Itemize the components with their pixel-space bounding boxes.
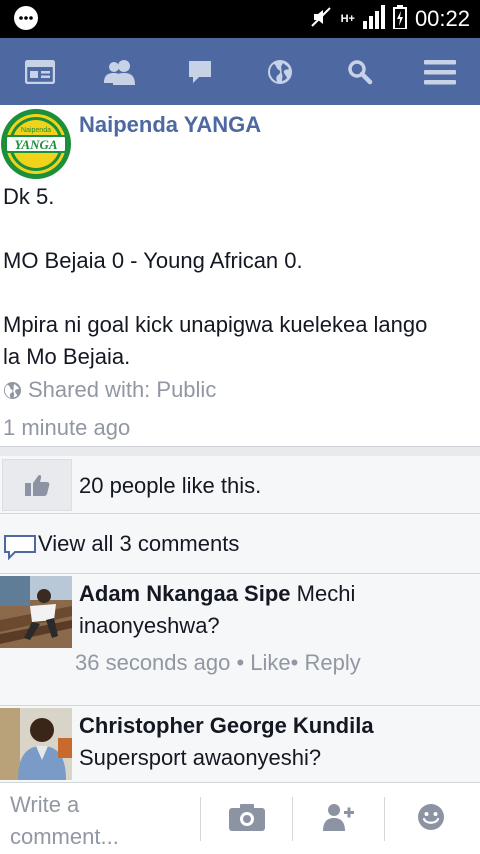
post-line: la Mo Bejaia. bbox=[3, 344, 131, 369]
add-person-icon bbox=[323, 804, 354, 831]
news-feed-icon bbox=[25, 59, 55, 84]
divider bbox=[0, 446, 480, 456]
comment-reply-link[interactable]: Reply bbox=[304, 650, 360, 675]
public-globe-icon bbox=[3, 381, 22, 399]
chat-bubble-icon bbox=[189, 60, 211, 83]
thumbs-up-icon bbox=[25, 474, 50, 496]
messenger-notification-icon bbox=[12, 5, 40, 38]
network-type-indicator: H+ bbox=[340, 12, 355, 25]
comment-author[interactable]: Adam Nkangaa Sipe bbox=[79, 581, 291, 606]
friends-icon bbox=[104, 59, 135, 85]
divider bbox=[292, 797, 293, 841]
likes-row: 20 people like this. bbox=[0, 456, 480, 514]
comment-text: Supersport awaonyeshi? bbox=[79, 745, 322, 770]
like-button[interactable] bbox=[2, 459, 72, 511]
separator-dot: • bbox=[290, 650, 305, 675]
post-body: Dk 5. MO Bejaia 0 - Young African 0. Mpi… bbox=[3, 181, 477, 373]
comment-input-placeholder-line1: Write a bbox=[10, 792, 80, 817]
news-feed-tab[interactable] bbox=[0, 38, 80, 105]
notifications-tab[interactable] bbox=[240, 38, 320, 105]
avatar[interactable] bbox=[0, 708, 72, 780]
view-all-comments[interactable]: View all 3 comments bbox=[0, 514, 480, 574]
view-all-comments-label: View all 3 comments bbox=[38, 531, 240, 556]
search-icon bbox=[348, 59, 373, 84]
status-bar: H+ 00:22 bbox=[0, 0, 480, 38]
battery-charging-icon bbox=[392, 4, 407, 34]
camera-button[interactable] bbox=[229, 803, 265, 836]
search-tab[interactable] bbox=[320, 38, 400, 105]
likes-count[interactable]: 20 people like this. bbox=[79, 473, 261, 499]
privacy-label: Shared with: Public bbox=[28, 377, 217, 402]
comment-body: Adam Nkangaa Sipe Mechi inaonyeshwa? bbox=[79, 578, 474, 642]
comment-input[interactable]: Write a comment... bbox=[10, 789, 190, 853]
comment-composer: Write a comment... bbox=[0, 782, 480, 854]
page-name-link[interactable]: Naipenda YANGA bbox=[79, 112, 261, 138]
post-line: MO Bejaia 0 - Young African 0. bbox=[3, 248, 303, 273]
post-blank-line bbox=[3, 213, 477, 245]
post-line: Dk 5. bbox=[3, 184, 55, 209]
top-navigation-bar bbox=[0, 38, 480, 105]
tag-friends-button[interactable] bbox=[322, 803, 354, 836]
globe-icon bbox=[268, 59, 292, 84]
comment: Adam Nkangaa Sipe Mechi inaonyeshwa? 36 … bbox=[0, 574, 480, 706]
comment-author[interactable]: Christopher George Kundila bbox=[79, 713, 374, 738]
comment-like-link[interactable]: Like bbox=[250, 650, 290, 675]
post-timestamp[interactable]: 1 minute ago bbox=[3, 415, 130, 441]
messages-tab[interactable] bbox=[160, 38, 240, 105]
mute-icon bbox=[309, 5, 333, 34]
comment-meta: 36 seconds ago • Like• Reply bbox=[75, 650, 361, 676]
comment-body: Christopher George Kundila Supersport aw… bbox=[79, 710, 474, 774]
avatar-logo-subtext: Naipenda bbox=[21, 127, 51, 134]
divider bbox=[384, 797, 385, 841]
hamburger-menu-icon bbox=[424, 59, 456, 84]
more-menu-tab[interactable] bbox=[400, 38, 480, 105]
smiley-icon bbox=[418, 804, 444, 830]
comment-input-placeholder-line2: comment... bbox=[10, 824, 119, 849]
divider bbox=[200, 797, 201, 841]
camera-icon bbox=[229, 804, 265, 831]
emoji-button[interactable] bbox=[417, 803, 445, 836]
post-line: Mpira ni goal kick unapigwa kuelekea lan… bbox=[3, 312, 428, 337]
friend-requests-tab[interactable] bbox=[80, 38, 160, 105]
avatar[interactable] bbox=[0, 576, 72, 648]
privacy-info[interactable]: Shared with: Public bbox=[3, 377, 216, 403]
avatar-logo-text: YANGA bbox=[14, 137, 57, 152]
separator-dot: • bbox=[230, 650, 251, 675]
comment-icon bbox=[3, 534, 37, 565]
post-blank-line bbox=[3, 277, 477, 309]
comment-timestamp: 36 seconds ago bbox=[75, 650, 231, 675]
comment: Christopher George Kundila Supersport aw… bbox=[0, 706, 480, 782]
clock: 00:22 bbox=[414, 6, 470, 31]
comment-text-end: inaonyeshwa? bbox=[79, 613, 220, 638]
page-avatar[interactable]: YANGA Naipenda bbox=[0, 108, 72, 180]
post: YANGA Naipenda Naipenda YANGA Dk 5. MO B… bbox=[0, 105, 480, 446]
signal-strength-icon bbox=[362, 4, 385, 34]
comment-text-start: Mechi bbox=[296, 581, 356, 606]
